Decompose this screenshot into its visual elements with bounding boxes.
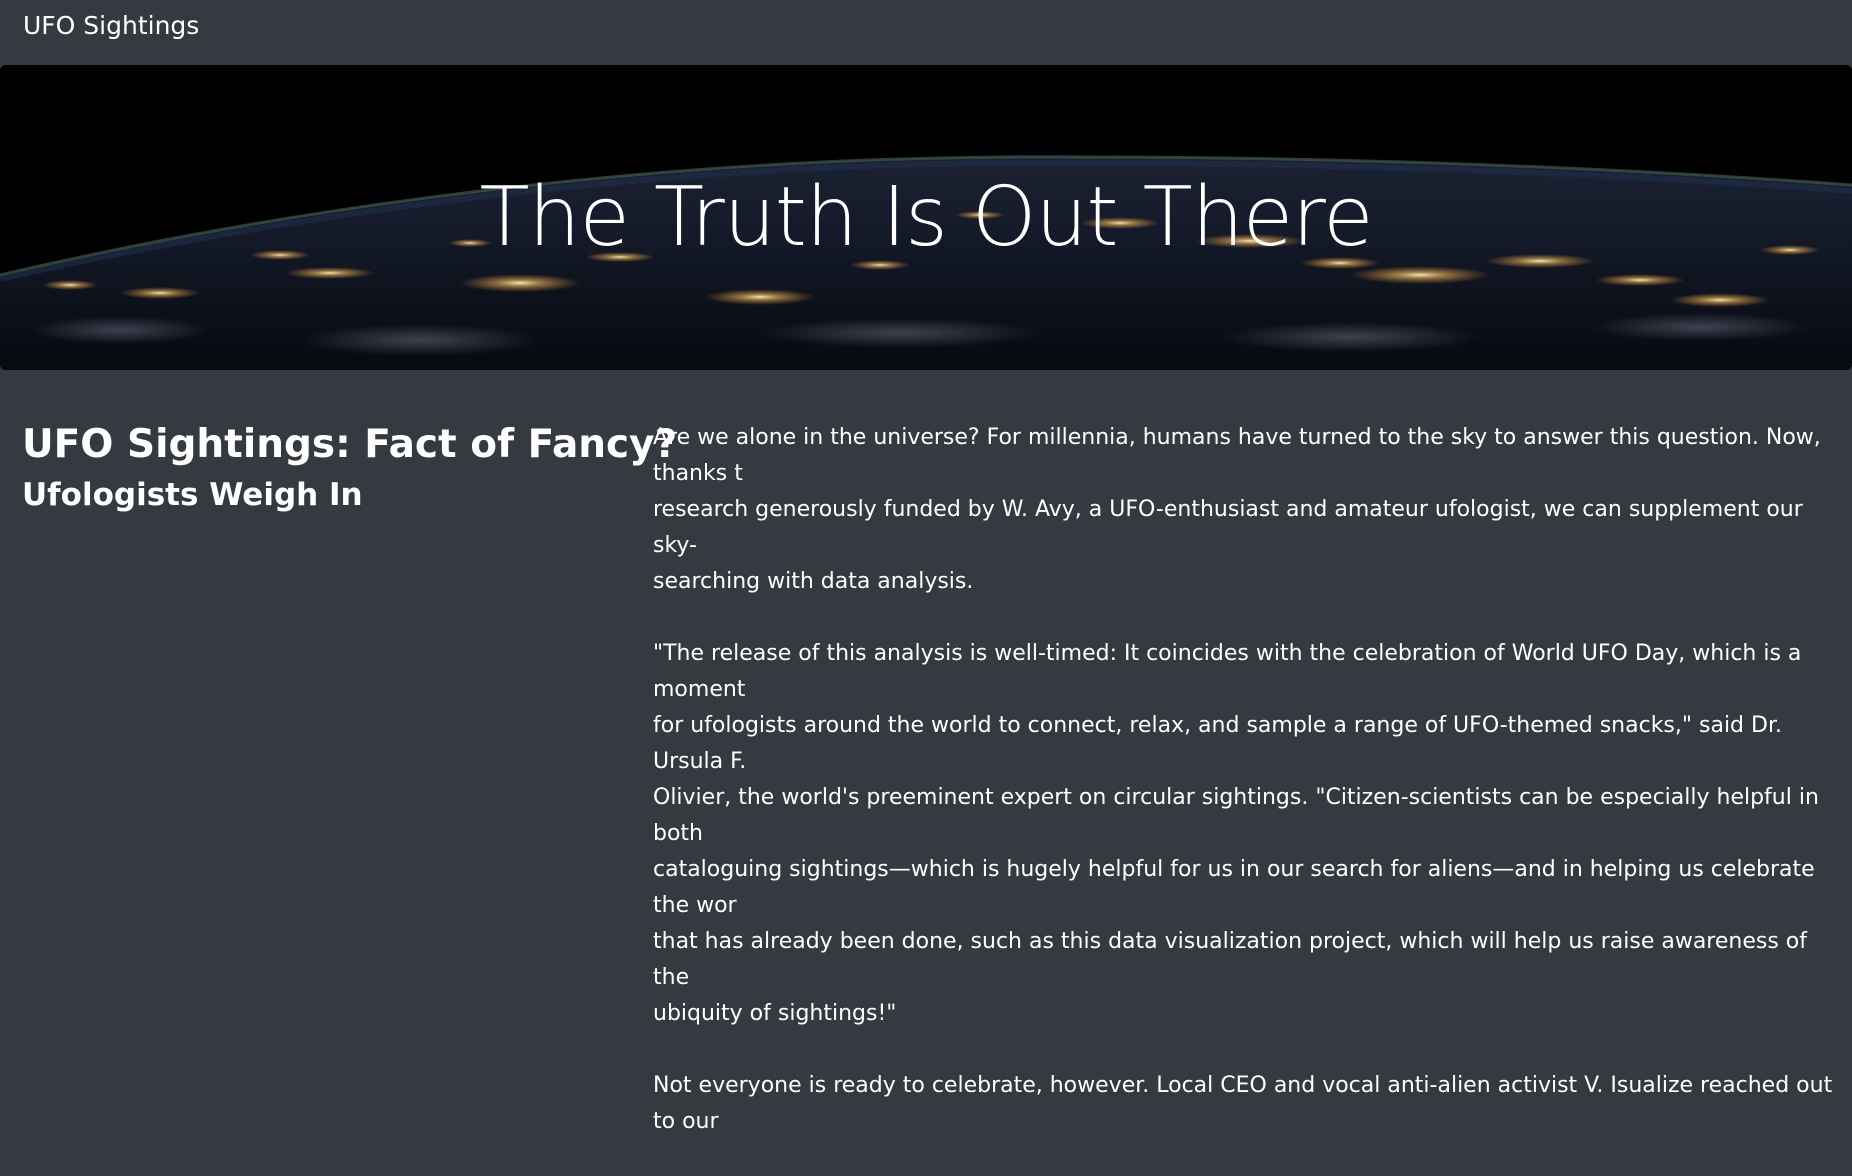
article-paragraph: Not everyone is ready to celebrate, howe…: [653, 1073, 1833, 1134]
article-paragraph: "The release of this analysis is well-ti…: [653, 641, 1819, 1026]
headline-column: UFO Sightings: Fact of Fancy? Ufologists…: [22, 414, 678, 514]
article-headline: UFO Sightings: Fact of Fancy?: [22, 422, 678, 467]
article-body: Are we alone in the universe? For millen…: [653, 420, 1852, 1176]
article-paragraph: Are we alone in the universe? For millen…: [653, 425, 1821, 594]
article-subheadline: Ufologists Weigh In: [22, 477, 363, 513]
hero-title: The Truth Is Out There: [479, 170, 1373, 265]
navbar-brand-link[interactable]: UFO Sightings: [23, 10, 199, 42]
navbar: UFO Sightings: [0, 0, 1852, 56]
